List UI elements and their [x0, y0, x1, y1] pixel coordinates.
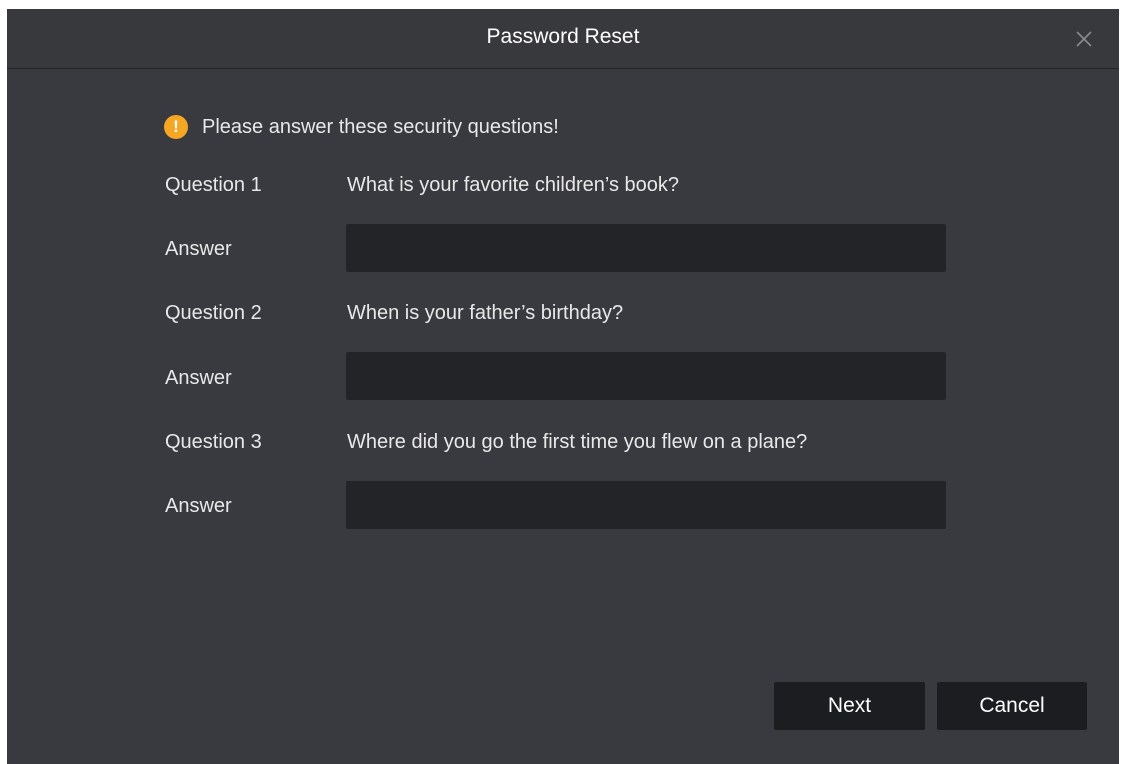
question-2-label: Question 2 [165, 302, 262, 324]
question-1-text: What is your favorite children’s book? [347, 174, 680, 196]
answer-2-label: Answer [165, 367, 232, 389]
answer-1-input[interactable] [346, 224, 946, 272]
cancel-button[interactable]: Cancel [937, 682, 1087, 730]
answer-1-label: Answer [165, 238, 232, 260]
question-3-text: Where did you go the first time you flew… [347, 431, 808, 453]
question-2-text: When is your father’s birthday? [347, 302, 624, 324]
answer-2-input[interactable] [346, 352, 946, 400]
warning-icon: ! [164, 115, 188, 139]
dialog-title: Password Reset [486, 25, 640, 48]
question-3-label: Question 3 [165, 431, 262, 453]
answer-3-input[interactable] [346, 481, 946, 529]
answer-3-label: Answer [165, 495, 232, 517]
dialog-titlebar: Password Reset [7, 9, 1119, 69]
password-reset-dialog: Password Reset ! Please answer these sec… [7, 9, 1119, 764]
security-notice: ! Please answer these security questions… [164, 113, 559, 141]
notice-text: Please answer these security questions! [202, 115, 559, 138]
close-icon[interactable] [1070, 25, 1098, 53]
next-button[interactable]: Next [774, 682, 925, 730]
question-1-label: Question 1 [165, 174, 262, 196]
